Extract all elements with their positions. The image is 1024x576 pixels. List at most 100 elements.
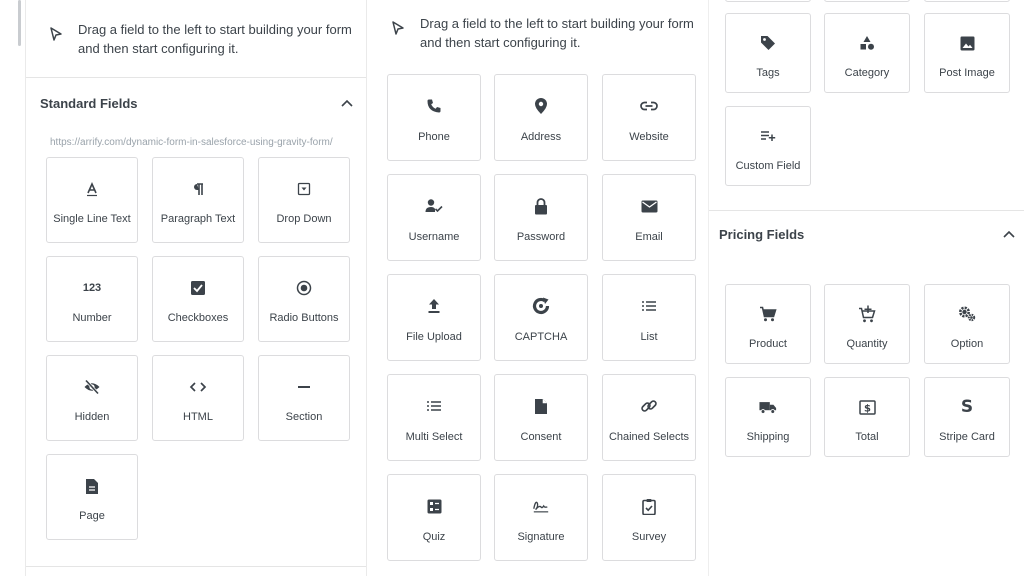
- truck-icon: [759, 398, 777, 416]
- field-label: Option: [950, 338, 984, 350]
- list-icon: [640, 297, 658, 315]
- drag-hint-text: Drag a field to the left to start buildi…: [78, 22, 352, 56]
- cart-icon: [759, 305, 777, 323]
- divider: [26, 566, 366, 567]
- clipboard-check-icon: [640, 497, 658, 515]
- field-quiz[interactable]: Quiz: [387, 474, 481, 561]
- field-label: Website: [629, 131, 669, 143]
- field-option[interactable]: Option: [924, 284, 1010, 364]
- field-label: Quantity: [846, 338, 888, 350]
- field-label: Single Line Text: [53, 213, 131, 225]
- envelope-icon: [640, 197, 658, 215]
- field-checkboxes[interactable]: Checkboxes: [152, 256, 244, 342]
- user-check-icon: [425, 197, 443, 215]
- field-label: Shipping: [746, 431, 790, 443]
- field-page[interactable]: Page: [46, 454, 138, 540]
- field-partial[interactable]: [725, 0, 811, 2]
- field-section[interactable]: Section: [258, 355, 350, 441]
- chain-link-icon: [640, 397, 658, 415]
- shapes-icon: [858, 34, 876, 52]
- field-email[interactable]: Email: [602, 174, 696, 261]
- drag-hint: Drag a field to the left to start buildi…: [390, 14, 700, 52]
- field-partial[interactable]: [924, 0, 1010, 2]
- field-signature[interactable]: Signature: [494, 474, 588, 561]
- code-icon: [189, 378, 207, 396]
- stripe-icon: S: [960, 397, 974, 417]
- field-label: Hidden: [74, 411, 110, 423]
- field-website[interactable]: Website: [602, 74, 696, 161]
- signature-icon: [532, 497, 550, 515]
- watermark-url: https://arrify.com/dynamic-form-in-sales…: [50, 137, 333, 148]
- single-line-text-icon: [83, 180, 101, 198]
- field-label: Chained Selects: [608, 431, 690, 443]
- scrollbar-thumb[interactable]: [18, 0, 21, 46]
- dropdown-icon: [295, 180, 313, 198]
- field-number[interactable]: 123 Number: [46, 256, 138, 342]
- chevron-up-icon[interactable]: [1002, 228, 1016, 242]
- field-phone[interactable]: Phone: [387, 74, 481, 161]
- field-label: Password: [516, 231, 566, 243]
- field-label: Page: [79, 510, 105, 522]
- number-icon: 123: [82, 282, 102, 294]
- cursor-icon: [50, 27, 62, 41]
- field-label: Signature: [517, 531, 565, 543]
- field-label: Total: [855, 431, 879, 443]
- field-custom-field[interactable]: Custom Field: [725, 106, 811, 186]
- field-html[interactable]: HTML: [152, 355, 244, 441]
- field-label: File Upload: [406, 331, 462, 343]
- gears-icon: [958, 305, 976, 323]
- field-label: CAPTCHA: [514, 331, 568, 343]
- field-quantity[interactable]: Quantity: [824, 284, 910, 364]
- field-file-upload[interactable]: File Upload: [387, 274, 481, 361]
- divider: [709, 210, 1024, 211]
- field-label: Section: [285, 411, 323, 423]
- field-label: Quiz: [422, 531, 446, 543]
- field-consent[interactable]: Consent: [494, 374, 588, 461]
- field-label: Consent: [520, 431, 562, 443]
- field-username[interactable]: Username: [387, 174, 481, 261]
- field-drop-down[interactable]: Drop Down: [258, 157, 350, 243]
- upload-icon: [425, 297, 443, 315]
- field-single-line-text[interactable]: Single Line Text: [46, 157, 138, 243]
- cart-plus-icon: [858, 305, 876, 323]
- field-post-image[interactable]: Post Image: [924, 13, 1010, 93]
- field-label: Address: [520, 131, 562, 143]
- field-tags[interactable]: Tags: [725, 13, 811, 93]
- field-label: Radio Buttons: [269, 312, 339, 324]
- chevron-up-icon[interactable]: [340, 97, 354, 111]
- field-shipping[interactable]: Shipping: [725, 377, 811, 457]
- radio-icon: [295, 279, 313, 297]
- field-survey[interactable]: Survey: [602, 474, 696, 561]
- field-total[interactable]: $ Total: [824, 377, 910, 457]
- pilcrow-icon: [189, 180, 207, 198]
- field-label: List: [640, 331, 658, 343]
- field-captcha[interactable]: CAPTCHA: [494, 274, 588, 361]
- document-icon: [532, 397, 550, 415]
- field-label: HTML: [183, 411, 213, 423]
- post-and-pricing-panel: Tags Category Post Image Custom Field Pr…: [708, 0, 1024, 576]
- field-hidden[interactable]: Hidden: [46, 355, 138, 441]
- captcha-icon: [532, 297, 550, 315]
- pricing-fields-header[interactable]: Pricing Fields: [719, 227, 1016, 242]
- field-stripe-card[interactable]: S Stripe Card: [924, 377, 1010, 457]
- field-category[interactable]: Category: [824, 13, 910, 93]
- field-radio-buttons[interactable]: Radio Buttons: [258, 256, 350, 342]
- field-address[interactable]: Address: [494, 74, 588, 161]
- field-label: Multi Select: [405, 431, 463, 443]
- field-label: Email: [635, 231, 663, 243]
- field-label: Drop Down: [276, 213, 332, 225]
- horizontal-rule-icon: [295, 378, 313, 396]
- field-partial[interactable]: [824, 0, 910, 2]
- link-icon: [640, 97, 658, 115]
- field-multi-select[interactable]: Multi Select: [387, 374, 481, 461]
- field-label: Checkboxes: [167, 312, 229, 324]
- field-password[interactable]: Password: [494, 174, 588, 261]
- standard-fields-header[interactable]: Standard Fields: [40, 96, 354, 111]
- field-paragraph-text[interactable]: Paragraph Text: [152, 157, 244, 243]
- field-list[interactable]: List: [602, 274, 696, 361]
- drag-hint-text: Drag a field to the left to start buildi…: [420, 16, 694, 50]
- multi-select-icon: [425, 397, 443, 415]
- field-product[interactable]: Product: [725, 284, 811, 364]
- field-chained-selects[interactable]: Chained Selects: [602, 374, 696, 461]
- advanced-fields-panel: Drag a field to the left to start buildi…: [378, 0, 708, 576]
